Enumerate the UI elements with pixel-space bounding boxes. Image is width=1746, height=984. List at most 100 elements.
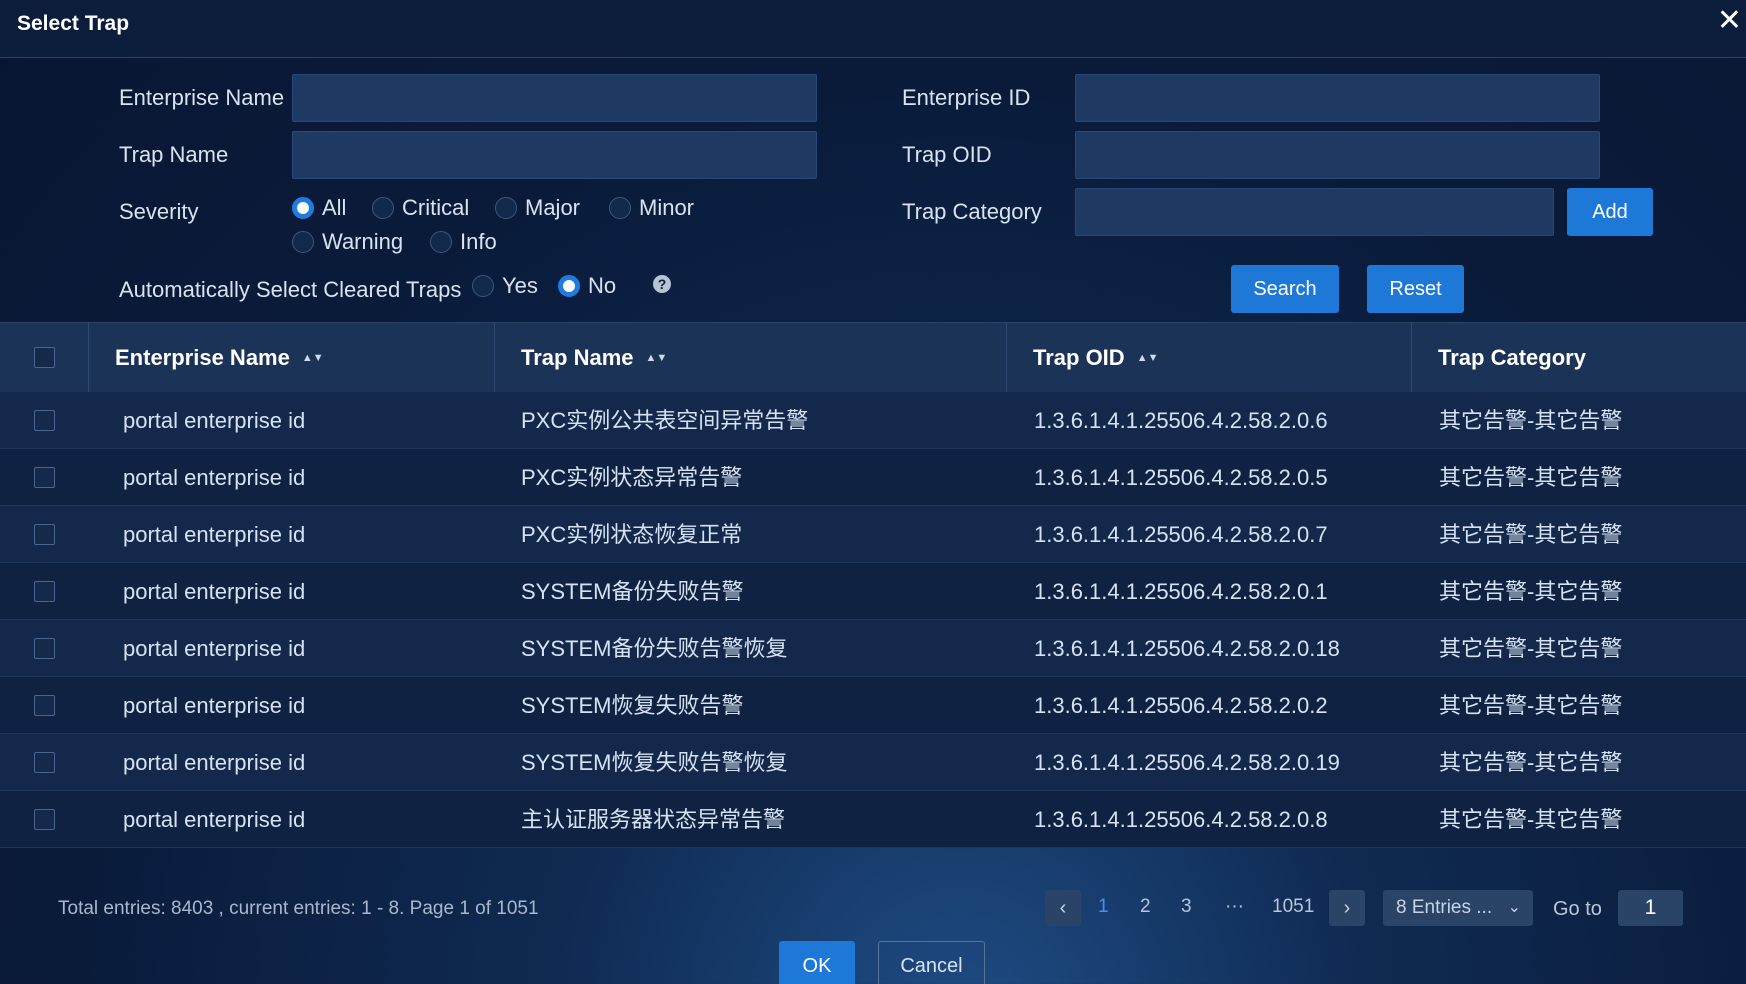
table-row[interactable]: portal enterprise id SYSTEM备份失败告警 1.3.6.… xyxy=(0,563,1746,620)
trap-name-input[interactable] xyxy=(292,131,817,179)
auto-select-radio-no[interactable]: No xyxy=(558,273,616,299)
page-size-select[interactable]: 8 Entries ... ⌄ xyxy=(1383,890,1533,926)
trap-category-input[interactable] xyxy=(1075,188,1554,236)
radio-dot xyxy=(495,197,517,219)
table-row[interactable]: portal enterprise id PXC实例状态恢复正常 1.3.6.1… xyxy=(0,506,1746,563)
severity-radio-major[interactable]: Major xyxy=(495,195,580,221)
table-row[interactable]: portal enterprise id SYSTEM备份失败告警恢复 1.3.… xyxy=(0,620,1746,677)
radio-label: Yes xyxy=(502,273,538,298)
sort-icon[interactable]: ▲▼ xyxy=(646,352,668,363)
auto-select-radio-yes[interactable]: Yes xyxy=(472,273,538,299)
trap-oid-label: Trap OID xyxy=(902,142,992,167)
page-link-last[interactable]: 1051 xyxy=(1272,896,1314,918)
row-checkbox[interactable] xyxy=(34,467,55,488)
page-link-1[interactable]: 1 xyxy=(1098,896,1109,918)
cell-trap-oid: 1.3.6.1.4.1.25506.4.2.58.2.0.5 xyxy=(1034,465,1328,490)
page-ellipsis[interactable]: ··· xyxy=(1225,896,1244,918)
table-row[interactable]: portal enterprise id 主认证服务器状态异常告警 1.3.6.… xyxy=(0,791,1746,848)
cell-trap-category: 其它告警-其它告警 xyxy=(1439,465,1623,490)
page-link-2[interactable]: 2 xyxy=(1140,896,1151,918)
radio-label: Info xyxy=(460,229,497,254)
radio-label: Major xyxy=(525,195,581,220)
cell-trap-category: 其它告警-其它告警 xyxy=(1439,750,1623,775)
cell-enterprise-name: portal enterprise id xyxy=(123,579,306,604)
table-row[interactable]: portal enterprise id SYSTEM恢复失败告警恢复 1.3.… xyxy=(0,734,1746,791)
sort-icon[interactable]: ▲▼ xyxy=(302,352,324,363)
cell-enterprise-name: portal enterprise id xyxy=(123,465,306,490)
cell-trap-category: 其它告警-其它告警 xyxy=(1439,522,1623,547)
enterprise-name-label: Enterprise Name xyxy=(119,85,285,110)
goto-page-input[interactable] xyxy=(1618,890,1683,926)
severity-radio-all[interactable]: All xyxy=(292,195,346,221)
cell-enterprise-name: portal enterprise id xyxy=(123,750,306,775)
row-checkbox[interactable] xyxy=(34,809,55,830)
severity-radio-warning[interactable]: Warning xyxy=(292,229,403,255)
column-header-trap-oid[interactable]: Trap OID ▲▼ xyxy=(1006,323,1411,393)
radio-dot xyxy=(292,197,314,219)
ok-button[interactable]: OK xyxy=(779,941,855,984)
column-header-trap-name[interactable]: Trap Name ▲▼ xyxy=(494,323,1006,393)
radio-label: All xyxy=(322,195,347,220)
cell-trap-category: 其它告警-其它告警 xyxy=(1439,408,1623,433)
row-checkbox[interactable] xyxy=(34,695,55,716)
row-checkbox[interactable] xyxy=(34,581,55,602)
radio-dot xyxy=(292,231,314,253)
column-header-label: Trap OID xyxy=(1033,345,1125,370)
select-trap-dialog: Select Trap ✕ Enterprise Name Enterprise… xyxy=(0,0,1746,984)
cell-trap-oid: 1.3.6.1.4.1.25506.4.2.58.2.0.19 xyxy=(1034,750,1340,775)
cell-trap-category: 其它告警-其它告警 xyxy=(1439,807,1623,832)
cell-trap-oid: 1.3.6.1.4.1.25506.4.2.58.2.0.8 xyxy=(1034,807,1328,832)
row-checkbox[interactable] xyxy=(34,752,55,773)
select-all-checkbox[interactable] xyxy=(34,347,55,368)
table-row[interactable]: portal enterprise id PXC实例状态异常告警 1.3.6.1… xyxy=(0,449,1746,506)
row-checkbox[interactable] xyxy=(34,410,55,431)
table-row[interactable]: portal enterprise id SYSTEM恢复失败告警 1.3.6.… xyxy=(0,677,1746,734)
cell-trap-name: PXC实例公共表空间异常告警 xyxy=(521,408,809,433)
severity-radio-info[interactable]: Info xyxy=(430,229,497,255)
page-size-value: 8 Entries ... xyxy=(1396,897,1493,918)
cell-trap-name: SYSTEM备份失败告警恢复 xyxy=(521,636,788,661)
cell-trap-name: SYSTEM备份失败告警 xyxy=(521,579,744,604)
next-page-icon[interactable]: › xyxy=(1329,890,1365,926)
auto-select-label: Automatically Select Cleared Traps xyxy=(119,277,462,302)
trap-name-label: Trap Name xyxy=(119,142,229,167)
page-link-3[interactable]: 3 xyxy=(1181,896,1192,918)
column-header-label: Trap Name xyxy=(521,345,634,370)
cell-enterprise-name: portal enterprise id xyxy=(123,522,306,547)
table-row[interactable]: portal enterprise id PXC实例公共表空间异常告警 1.3.… xyxy=(0,392,1746,449)
cell-trap-category: 其它告警-其它告警 xyxy=(1439,579,1623,604)
cell-trap-name: PXC实例状态异常告警 xyxy=(521,465,743,490)
trap-category-label: Trap Category xyxy=(902,199,1042,224)
dialog-titlebar: Select Trap ✕ xyxy=(0,0,1746,58)
cell-trap-name: SYSTEM恢复失败告警恢复 xyxy=(521,750,788,775)
search-button[interactable]: Search xyxy=(1231,265,1339,313)
radio-dot xyxy=(472,275,494,297)
cell-enterprise-name: portal enterprise id xyxy=(123,408,306,433)
radio-label: Warning xyxy=(322,229,404,254)
row-checkbox[interactable] xyxy=(34,524,55,545)
enterprise-name-input[interactable] xyxy=(292,74,817,122)
cell-trap-oid: 1.3.6.1.4.1.25506.4.2.58.2.0.7 xyxy=(1034,522,1328,547)
column-header-label: Enterprise Name xyxy=(115,345,290,370)
filter-panel: Enterprise Name Enterprise ID Trap Name … xyxy=(0,58,1746,322)
column-header-enterprise-name[interactable]: Enterprise Name ▲▼ xyxy=(88,323,494,393)
help-icon[interactable]: ? xyxy=(653,275,671,293)
close-icon[interactable]: ✕ xyxy=(1717,6,1742,36)
severity-radio-critical[interactable]: Critical xyxy=(372,195,469,221)
cell-enterprise-name: portal enterprise id xyxy=(123,693,306,718)
add-button[interactable]: Add xyxy=(1567,188,1653,236)
cancel-button[interactable]: Cancel xyxy=(878,941,985,984)
prev-page-icon[interactable]: ‹ xyxy=(1045,890,1081,926)
severity-radio-minor[interactable]: Minor xyxy=(609,195,694,221)
dialog-title: Select Trap xyxy=(17,12,130,35)
sort-icon[interactable]: ▲▼ xyxy=(1137,352,1159,363)
chevron-down-icon: ⌄ xyxy=(1507,899,1521,916)
cell-trap-oid: 1.3.6.1.4.1.25506.4.2.58.2.0.18 xyxy=(1034,636,1340,661)
trap-oid-input[interactable] xyxy=(1075,131,1600,179)
enterprise-id-input[interactable] xyxy=(1075,74,1600,122)
column-header-trap-category: Trap Category xyxy=(1411,323,1746,393)
row-checkbox[interactable] xyxy=(34,638,55,659)
cell-trap-name: PXC实例状态恢复正常 xyxy=(521,522,743,547)
reset-button[interactable]: Reset xyxy=(1367,265,1464,313)
enterprise-id-label: Enterprise ID xyxy=(902,85,1031,110)
